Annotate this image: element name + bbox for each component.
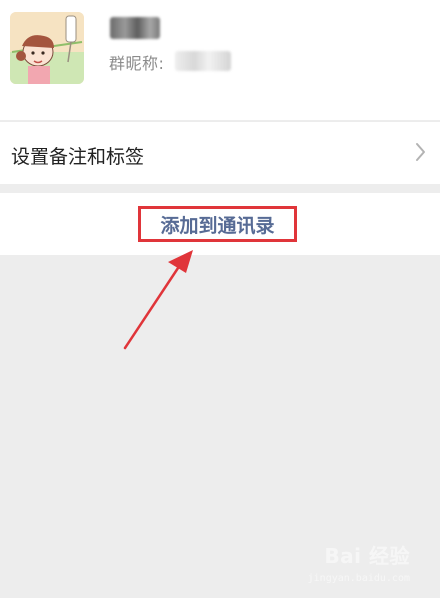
avatar[interactable] bbox=[10, 12, 84, 84]
remark-and-tags-row[interactable]: 设置备注和标签 bbox=[0, 121, 440, 184]
nickname-label: 群昵称: bbox=[109, 54, 165, 73]
chevron-right-icon bbox=[416, 143, 425, 161]
remark-and-tags-label: 设置备注和标签 bbox=[11, 146, 145, 168]
avatar-image bbox=[10, 12, 84, 84]
contact-profile-page: 群昵称: 设置备注和标签 添加到通讯录 Bai 经验 jingyan.baidu… bbox=[0, 0, 440, 598]
watermark-main: Bai 经验 bbox=[324, 544, 410, 568]
watermark-sub: jingyan.baidu.com bbox=[307, 573, 410, 584]
nickname-redacted bbox=[175, 51, 231, 71]
add-to-contacts-button[interactable]: 添加到通讯录 bbox=[138, 206, 297, 242]
profile-header: 群昵称: bbox=[0, 0, 440, 120]
add-to-contacts-row: 添加到通讯录 bbox=[0, 193, 440, 255]
baidu-watermark: Bai 经验 jingyan.baidu.com bbox=[300, 540, 410, 584]
name-redacted bbox=[110, 17, 160, 39]
